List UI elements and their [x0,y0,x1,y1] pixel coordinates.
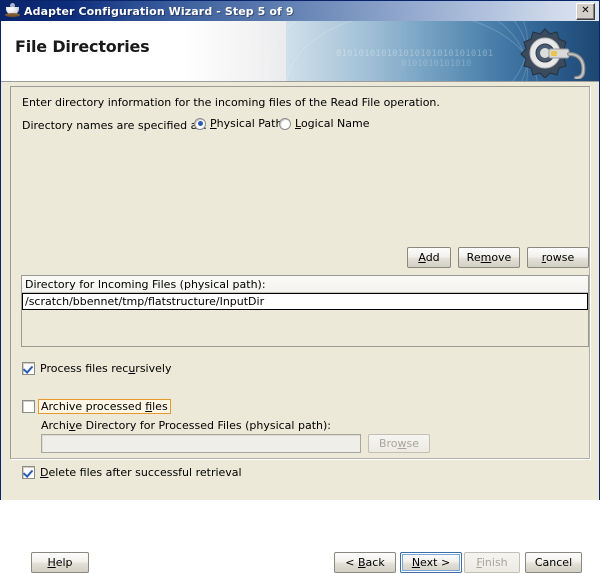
radio-logical-name-indicator [279,117,291,130]
archive-directory-input[interactable] [41,434,361,453]
checkbox-delete-files-after-retrieval-box [22,466,35,479]
window-titlebar: Adapter Configuration Wizard - Step 5 of… [1,1,599,21]
radio-physical-path-label: Physical Path [210,117,283,130]
remove-button[interactable]: Remove [458,247,520,268]
checkbox-archive-processed-files[interactable]: Archive processed files [22,399,171,414]
checkbox-process-files-recursively[interactable]: Process files recursively [22,362,171,375]
adapter-configuration-wizard-window: Adapter Configuration Wizard - Step 5 of… [0,0,600,573]
checkbox-archive-processed-files-box [22,400,35,413]
checkbox-process-files-recursively-label: Process files recursively [40,362,172,375]
checkbox-delete-files-after-retrieval[interactable]: Delete files after successful retrieval [22,466,242,479]
radio-physical-path-indicator [194,117,206,130]
help-button-label: Help [47,556,73,569]
radio-logical-name-label: Logical Name [295,117,370,130]
main-panel: Enter directory information for the inco… [10,86,590,479]
directory-table[interactable]: Directory for Incoming Files (physical p… [21,275,589,347]
wizard-content: Enter directory information for the inco… [1,82,599,573]
intro-text: Enter directory information for the inco… [22,96,440,109]
archive-browse-button[interactable]: Browse [368,434,430,453]
archive-browse-button-label: Browse [378,437,420,450]
close-icon[interactable]: ✕ [576,2,595,20]
remove-button-label: Remove [466,251,512,264]
help-button[interactable]: Help [31,552,89,573]
radio-physical-path[interactable]: Physical Path [194,117,282,130]
window-title: Adapter Configuration Wizard - Step 5 of… [24,4,294,18]
checkbox-process-files-recursively-box [22,362,35,375]
next-button-label: Next > [411,556,451,569]
archive-directory-label: Archive Directory for Processed Files (p… [41,419,331,432]
add-button[interactable]: Add [407,247,451,268]
directory-table-column-header: Directory for Incoming Files (physical p… [22,276,588,293]
browse-button-label: rowse [541,251,575,264]
directory-names-label: Directory names are specified as: [22,119,207,132]
back-button[interactable]: < Back [334,552,396,573]
wizard-banner: 0101010101010101010101010101 01010101010… [1,21,599,82]
directory-path-input[interactable]: /scratch/bbennet/tmp/flatstructure/Input… [22,293,588,310]
checkbox-archive-processed-files-label: Archive processed files [38,399,171,414]
browse-button[interactable]: rowse [527,247,589,268]
back-button-label: < Back [345,556,385,569]
add-button-label: Add [418,251,440,264]
cancel-button[interactable]: Cancel [525,552,582,573]
coffee-cup-icon [5,3,21,19]
page-title: File Directories [15,37,150,56]
next-button[interactable]: Next > [400,552,462,573]
plug-cable-icon [548,48,586,79]
cancel-button-label: Cancel [534,556,573,569]
finish-button-label: Finish [476,556,508,569]
directory-table-empty-area[interactable] [22,310,588,346]
checkbox-delete-files-after-retrieval-label: Delete files after successful retrieval [40,466,242,479]
finish-button[interactable]: Finish [464,552,520,573]
radio-logical-name[interactable]: Logical Name [279,117,370,130]
